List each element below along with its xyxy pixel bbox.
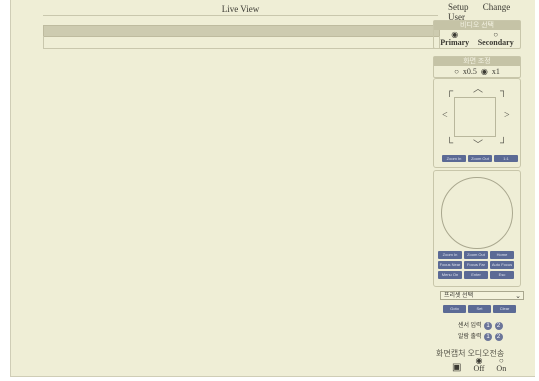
secondary-label: Secondary — [477, 38, 514, 47]
auto-focus-button[interactable]: Auto Focus — [490, 261, 514, 269]
preset-select[interactable]: 프리셋 선택 ⌄ — [440, 291, 524, 300]
esc-button[interactable]: Esc — [490, 271, 514, 279]
audio-off-option[interactable]: ◉ Off — [473, 357, 484, 373]
sensor-1-indicator: 1 — [484, 322, 493, 330]
audio-on-label: On — [496, 364, 507, 373]
x1-label: x1 — [491, 67, 500, 76]
corner-top-left-icon[interactable]: ┌ — [446, 87, 453, 97]
corner-top-right-icon[interactable]: ┐ — [500, 87, 507, 97]
primary-label: Primary — [440, 38, 470, 47]
zoom-scale-title: 화면 조정 — [434, 57, 520, 66]
primary-option[interactable]: ◉ Primary — [440, 31, 469, 47]
joystick[interactable] — [441, 177, 513, 249]
menu-on-button[interactable]: Menu On — [438, 271, 462, 279]
secondary-option[interactable]: ○ Secondary — [478, 31, 514, 47]
alarm-2-button[interactable]: 2 — [494, 333, 503, 341]
ptz-preview-box — [454, 97, 496, 137]
arrow-left-icon[interactable]: < — [442, 111, 448, 121]
preset-clear-button[interactable]: Clear — [493, 305, 516, 313]
alarm-output-label: 알람 출력 — [458, 334, 482, 340]
live-view-title: Live View — [43, 4, 438, 16]
control-buttons: Zoom In Zoom Out Home Focus Near Focus F… — [438, 251, 514, 279]
arrow-up-icon[interactable]: ︿ — [473, 85, 483, 95]
x1-radio-icon[interactable]: ◉ — [481, 67, 488, 76]
capture-icon[interactable]: ▣ — [452, 362, 461, 373]
zoom-scale-panel: 화면 조정 ○ x0.5 ◉ x1 — [433, 56, 521, 78]
x05-radio-icon[interactable]: ○ — [454, 67, 459, 76]
video-select-title: 비디오 선택 — [434, 21, 520, 30]
preset-buttons: Goto Set Clear — [443, 305, 516, 313]
arrow-right-icon[interactable]: > — [504, 111, 510, 121]
live-view-area — [43, 36, 440, 49]
preset-set-button[interactable]: Set — [468, 305, 491, 313]
audio-controls: ▣ ◉ Off ○ On — [452, 357, 506, 374]
preset-goto-button[interactable]: Goto — [443, 305, 466, 313]
audio-off-label: Off — [473, 364, 485, 373]
zoom-in-button[interactable]: Zoom In — [438, 251, 462, 259]
ptz-zoom-in-button[interactable]: Zoom In — [442, 155, 466, 162]
x05-label: x0.5 — [462, 67, 477, 76]
zoom-out-button[interactable]: Zoom Out — [464, 251, 488, 259]
sensor-input-label: 센서 입력 — [458, 323, 482, 329]
preset-select-label: 프리셋 선택 — [444, 293, 474, 299]
alarm-output-row: 알람 출력 1 2 — [458, 331, 503, 341]
sensor-2-indicator: 2 — [494, 322, 503, 330]
setup-link[interactable]: Setup — [448, 2, 469, 12]
ptz-zoom-out-button[interactable]: Zoom Out — [468, 155, 492, 162]
video-select-panel: 비디오 선택 ◉ Primary ○ Secondary — [433, 20, 521, 49]
corner-bottom-left-icon[interactable]: └ — [446, 139, 453, 149]
alarm-1-button[interactable]: 1 — [484, 333, 493, 341]
focus-near-button[interactable]: Focus Near — [438, 261, 462, 269]
joystick-panel: Zoom In Zoom Out Home Focus Near Focus F… — [433, 170, 521, 287]
focus-far-button[interactable]: Focus Far — [464, 261, 488, 269]
ptz-one-to-one-button[interactable]: 1:1 — [494, 155, 518, 162]
arrow-down-icon[interactable]: ﹀ — [473, 141, 483, 151]
enter-button[interactable]: Enter — [464, 271, 488, 279]
ptz-panel: ┌ ︿ ┐ < > └ ﹀ ┘ Zoom In Zoom Out 1:1 — [433, 78, 521, 168]
top-menu: Setup Change User — [448, 2, 535, 22]
corner-bottom-right-icon[interactable]: ┘ — [500, 139, 507, 149]
chevron-down-icon: ⌄ — [515, 292, 521, 300]
sensor-input-row: 센서 입력 1 2 — [458, 320, 503, 330]
home-button[interactable]: Home — [490, 251, 514, 259]
audio-on-option[interactable]: ○ On — [496, 357, 506, 373]
